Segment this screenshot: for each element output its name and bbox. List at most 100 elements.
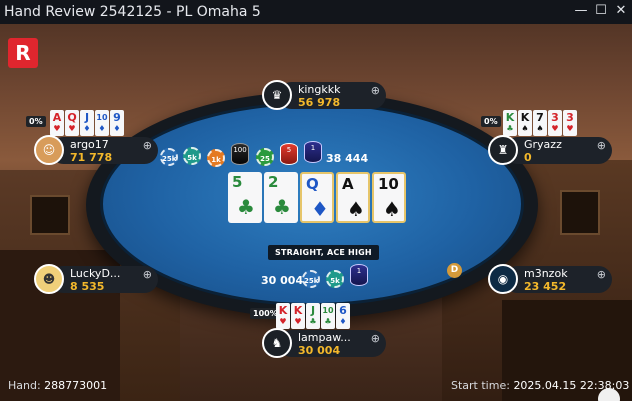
hole-cards-bottom: K ♥ K ♥ J ♣ 10 ♣ 6 ♦ <box>276 303 351 329</box>
card-suit-icon: ♦ <box>98 124 106 133</box>
player-stack: 8 535 <box>70 280 105 293</box>
add-note-icon[interactable]: ⊕ <box>597 268 606 281</box>
card-suit-icon: ♣ <box>309 317 317 326</box>
chip-100: 100 <box>231 143 249 165</box>
hole-card: 6 ♦ <box>336 303 350 329</box>
card-rank: 3 <box>551 111 559 124</box>
board-card: 10 ♠ <box>372 172 406 223</box>
hole-card: 9 ♦ <box>110 110 124 136</box>
chip-25: 25 <box>256 148 274 166</box>
card-rank: A <box>52 111 62 124</box>
hole-cards-left-top: A ♥ Q ♥ J ♦ 10 ♦ 9 ♦ <box>50 110 125 136</box>
card-rank: 3 <box>566 111 574 124</box>
hole-card: 3 ♥ <box>548 110 562 136</box>
minimize-icon[interactable]: — <box>574 3 588 19</box>
card-suit-icon: ♠ <box>347 197 365 221</box>
card-suit-icon: ♥ <box>566 124 574 133</box>
hole-cards-right-top: K ♣ K ♠ 7 ♠ 3 ♥ 3 ♥ <box>503 110 578 136</box>
card-suit-icon: ♣ <box>237 195 255 219</box>
card-rank: K <box>520 111 530 124</box>
maximize-icon[interactable]: ☐ <box>594 3 608 19</box>
card-rank: K <box>293 304 303 317</box>
card-suit-icon: ♥ <box>551 124 559 133</box>
player-plate: LuckyD... 8 535 ⊕ <box>50 266 158 293</box>
player-stack: 30 004 <box>298 344 341 357</box>
card-suit-icon: ♦ <box>339 317 347 326</box>
card-suit-icon: ♠ <box>536 124 544 133</box>
add-note-icon[interactable]: ⊕ <box>371 84 380 97</box>
card-rank: 10 <box>322 306 334 315</box>
add-note-icon[interactable]: ⊕ <box>143 139 152 152</box>
chip-25k: 25k <box>160 148 178 166</box>
hand-id-value: 288773001 <box>44 379 108 392</box>
add-note-icon[interactable]: ⊕ <box>597 139 606 152</box>
avatar: ☻ <box>34 264 64 294</box>
card-rank: 5 <box>232 173 243 191</box>
player-name: m3nzok <box>524 267 568 280</box>
card-rank: Q <box>67 111 77 124</box>
hand-id: Hand: 288773001 <box>8 379 107 392</box>
card-rank: 9 <box>113 111 121 124</box>
avatar: ♜ <box>488 135 518 165</box>
hole-card: Q ♥ <box>65 110 79 136</box>
board-card: Q ♦ <box>300 172 334 223</box>
hole-card: K ♥ <box>291 303 305 329</box>
card-suit-icon: ♦ <box>311 197 329 221</box>
hole-card: 3 ♥ <box>563 110 577 136</box>
room-logo: R <box>8 38 38 68</box>
player-plate: argo17 71 778 ⊕ <box>50 137 158 164</box>
add-note-icon[interactable]: ⊕ <box>143 268 152 281</box>
window-title: Hand Review 2542125 - PL Omaha 5 <box>4 4 261 20</box>
add-note-icon[interactable]: ⊕ <box>371 332 380 345</box>
avatar: ♞ <box>262 328 292 358</box>
hole-card: K ♣ <box>503 110 517 136</box>
board-card: A ♠ <box>336 172 370 223</box>
player-stack: 0 <box>524 151 532 164</box>
hole-card: 10 ♦ <box>95 110 109 136</box>
card-rank: K <box>278 304 288 317</box>
chip-1: 1 <box>304 141 322 163</box>
avatar: ☺ <box>34 135 64 165</box>
card-suit-icon: ♥ <box>53 124 61 133</box>
card-rank: J <box>84 111 90 124</box>
player-plate: Gryazz 0 ⊕ <box>504 137 612 164</box>
card-suit-icon: ♣ <box>324 317 332 326</box>
hole-card: K ♥ <box>276 303 290 329</box>
close-icon[interactable]: ✕ <box>614 3 628 19</box>
hole-card: K ♠ <box>518 110 532 136</box>
player-plate: kingkkk 56 978 ⊕ <box>278 82 386 109</box>
player-name: Gryazz <box>524 138 562 151</box>
player-stack: 71 778 <box>70 151 113 164</box>
window-controls: — ☐ ✕ <box>574 3 628 19</box>
card-rank: 10 <box>378 175 399 193</box>
hole-card: 7 ♠ <box>533 110 547 136</box>
card-suit-icon: ♠ <box>521 124 529 133</box>
chip-5: 5 <box>280 143 298 165</box>
card-suit-icon: ♥ <box>68 124 76 133</box>
card-suit-icon: ♦ <box>113 124 121 133</box>
hole-card: 10 ♣ <box>321 303 335 329</box>
card-rank: 7 <box>536 111 544 124</box>
equity-badge: 0% <box>26 116 46 127</box>
card-suit-icon: ♣ <box>273 195 291 219</box>
card-suit-icon: ♣ <box>506 124 514 133</box>
card-suit-icon: ♠ <box>383 197 401 221</box>
background-window <box>560 190 600 235</box>
card-rank: J <box>310 304 316 317</box>
card-rank: 2 <box>268 173 279 191</box>
card-suit-icon: ♦ <box>83 124 91 133</box>
card-suit-icon: ♥ <box>279 317 287 326</box>
background-window <box>30 195 70 235</box>
start-time-label: Start time: <box>451 379 514 392</box>
card-rank: K <box>505 111 515 124</box>
card-rank: A <box>342 175 354 193</box>
board-card: 2 ♣ <box>264 172 298 223</box>
hole-card: J ♦ <box>80 110 94 136</box>
player-name: LuckyD... <box>70 267 121 280</box>
player-name: argo17 <box>70 138 109 151</box>
chip-25k: 25k <box>302 270 320 288</box>
hole-card: A ♥ <box>50 110 64 136</box>
equity-badge: 0% <box>481 116 501 127</box>
chip-1: 1 <box>350 264 368 286</box>
avatar: ♛ <box>262 80 292 110</box>
